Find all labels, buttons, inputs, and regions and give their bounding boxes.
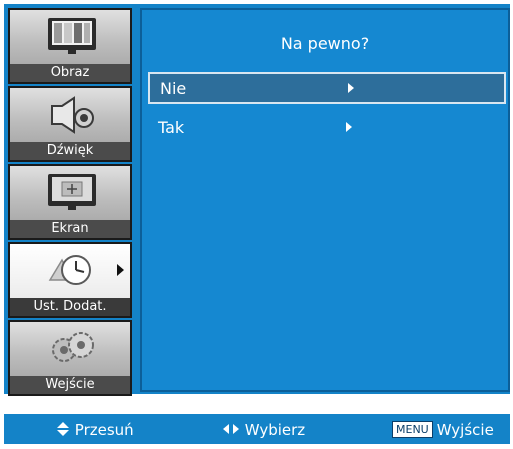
arrow-right-icon <box>346 122 352 132</box>
sidebar-item-dzwiek[interactable]: Dźwięk <box>8 86 132 162</box>
help-move: Przesuń <box>56 420 134 440</box>
option-nie[interactable]: Nie <box>148 72 506 104</box>
speaker-icon <box>51 96 94 134</box>
help-select-label: Wybierz <box>244 421 306 439</box>
active-item-arrow-icon <box>117 264 124 276</box>
help-select: Wybierz <box>222 420 305 440</box>
sidebar-item-label: Ust. Dodat. <box>10 298 130 316</box>
sidebar-item-wejscie[interactable]: Wejście <box>8 320 132 396</box>
confirm-panel: Na pewno? Nie Tak <box>140 8 510 392</box>
option-tak[interactable]: Tak <box>148 112 506 144</box>
option-label: Nie <box>160 79 187 98</box>
gears-icon <box>52 332 94 362</box>
sidebar-item-label: Wejście <box>10 376 130 394</box>
up-down-arrows-icon <box>57 422 69 436</box>
help-move-label: Przesuń <box>74 421 134 439</box>
left-right-arrows-icon <box>223 424 239 434</box>
option-label: Tak <box>158 118 185 137</box>
clock-icon <box>48 255 91 285</box>
arrow-right-icon <box>348 83 354 93</box>
sidebar-item-label: Ekran <box>10 220 130 238</box>
sidebar: Obraz Dźwięk Ekran Ust. Dodat. Wejście <box>8 8 134 396</box>
sidebar-item-ust-dodat[interactable]: Ust. Dodat. <box>8 242 132 318</box>
menu-key-badge: MENU <box>392 421 433 438</box>
panel-title: Na pewno? <box>280 34 370 53</box>
help-bar: Przesuń Wybierz MENU Wyjście <box>4 414 510 444</box>
screen-icon <box>48 174 96 210</box>
sidebar-item-label: Obraz <box>10 64 130 82</box>
help-exit: MENU Wyjście <box>392 420 494 440</box>
help-exit-label: Wyjście <box>436 421 494 439</box>
sidebar-item-label: Dźwięk <box>10 142 130 160</box>
sidebar-item-ekran[interactable]: Ekran <box>8 164 132 240</box>
picture-icon <box>48 18 96 54</box>
sidebar-item-obraz[interactable]: Obraz <box>8 8 132 84</box>
